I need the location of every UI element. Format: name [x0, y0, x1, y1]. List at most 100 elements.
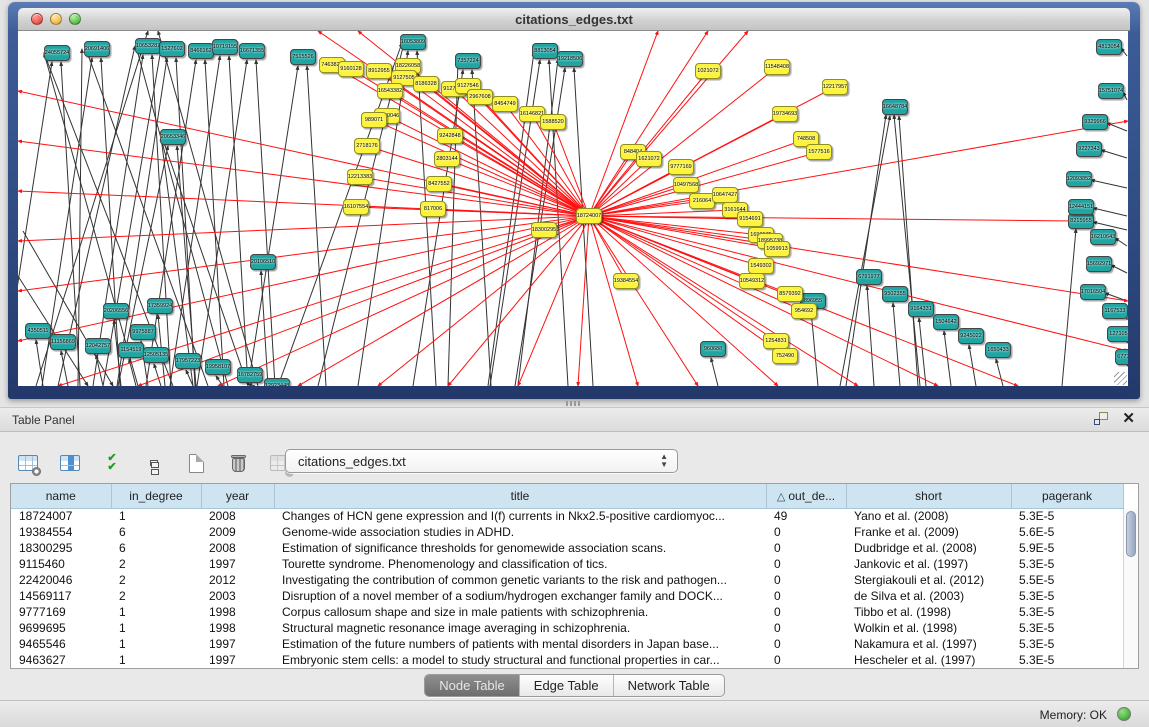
- graph-node[interactable]: 7357224: [455, 53, 481, 69]
- graph-node[interactable]: 12042757: [85, 338, 111, 354]
- table-row[interactable]: 946362711997Embryonic stem cells: a mode…: [11, 652, 1123, 668]
- table-cell[interactable]: Disruption of a novel member of a sodium…: [274, 588, 766, 604]
- graph-node[interactable]: 12217957: [822, 79, 848, 95]
- tab-edge-table[interactable]: Edge Table: [519, 675, 613, 696]
- graph-node[interactable]: 9227343: [1076, 141, 1102, 157]
- table-cell[interactable]: 9699695: [11, 620, 111, 636]
- graph-node[interactable]: 12213383: [347, 169, 373, 185]
- graph-node[interactable]: 9164331: [908, 301, 934, 317]
- table-cell[interactable]: 2008: [201, 508, 274, 524]
- table-cell[interactable]: Franke et al. (2009): [846, 524, 1011, 540]
- delete-table-button[interactable]: [224, 449, 252, 477]
- graph-node[interactable]: 1167533: [1102, 303, 1128, 319]
- table-cell[interactable]: 5.9E-5: [1011, 540, 1123, 556]
- tab-network-table[interactable]: Network Table: [613, 675, 724, 696]
- graph-node[interactable]: 989071: [361, 112, 387, 128]
- graph-node[interactable]: 817006: [420, 201, 446, 217]
- graph-node[interactable]: 9777169: [668, 159, 694, 175]
- table-cell[interactable]: 5.5E-5: [1011, 572, 1123, 588]
- table-cell[interactable]: Tourette syndrome. Phenomenology and cla…: [274, 556, 766, 572]
- table-cell[interactable]: 5.3E-5: [1011, 556, 1123, 572]
- graph-node[interactable]: 10549312: [739, 273, 765, 289]
- graph-hub-node[interactable]: 18724007: [576, 208, 602, 224]
- table-row[interactable]: 2242004622012Investigating the contribut…: [11, 572, 1123, 588]
- graph-node[interactable]: 8466162: [188, 43, 214, 59]
- graph-node[interactable]: 20206556: [103, 303, 129, 319]
- graph-node[interactable]: 8813054: [532, 43, 558, 59]
- table-cell[interactable]: Corpus callosum shape and size in male p…: [274, 604, 766, 620]
- table-cell[interactable]: 9115460: [11, 556, 111, 572]
- graph-node[interactable]: 20653346: [160, 129, 186, 145]
- float-panel-icon[interactable]: [1094, 412, 1108, 425]
- table-cell[interactable]: 5.3E-5: [1011, 636, 1123, 652]
- graph-node[interactable]: 16543382: [377, 83, 403, 99]
- split-pane-handle[interactable]: [566, 401, 580, 406]
- column-header-out_de[interactable]: △out_de...: [766, 484, 846, 508]
- table-cell[interactable]: 0: [766, 652, 846, 668]
- graph-node[interactable]: 18300295: [531, 222, 557, 238]
- table-cell[interactable]: 1997: [201, 652, 274, 668]
- table-row[interactable]: 1938455462009Genome-wide association stu…: [11, 524, 1123, 540]
- graph-node[interactable]: 9329966: [1082, 114, 1108, 130]
- table-cell[interactable]: 2: [111, 556, 201, 572]
- table-cell[interactable]: Hescheler et al. (1997): [846, 652, 1011, 668]
- table-cell[interactable]: 1: [111, 652, 201, 668]
- graph-node[interactable]: 10653287: [135, 38, 161, 54]
- graph-node[interactable]: 8215955: [1068, 213, 1094, 229]
- graph-node[interactable]: 16671355: [239, 43, 265, 59]
- graph-node[interactable]: 8454749: [492, 96, 518, 112]
- graph-node[interactable]: 19384554: [613, 273, 639, 289]
- graph-node[interactable]: 9502355: [882, 286, 908, 302]
- graph-node[interactable]: 15692971: [1086, 256, 1112, 272]
- graph-node[interactable]: 12505135: [143, 347, 169, 363]
- graph-node[interactable]: 16053809: [400, 34, 426, 50]
- table-cell[interactable]: 22420046: [11, 572, 111, 588]
- graph-node[interactable]: 7515526: [290, 49, 316, 65]
- table-cell[interactable]: 2012: [201, 572, 274, 588]
- table-cell[interactable]: 1997: [201, 556, 274, 572]
- table-cell[interactable]: 0: [766, 556, 846, 572]
- table-cell[interactable]: Genome-wide association studies in ADHD.: [274, 524, 766, 540]
- table-cell[interactable]: Stergiakouli et al. (2012): [846, 572, 1011, 588]
- graph-node[interactable]: 1621072: [636, 151, 662, 167]
- graph-node[interactable]: 2967608: [467, 89, 493, 105]
- graph-node[interactable]: 19218506: [557, 51, 583, 67]
- graph-node[interactable]: 12093852: [1066, 171, 1092, 187]
- graph-node[interactable]: 954692: [791, 303, 817, 319]
- table-row[interactable]: 1456911722003Disruption of a novel membe…: [11, 588, 1123, 604]
- graph-node[interactable]: 1254831: [763, 333, 789, 349]
- table-row[interactable]: 1830029562008Estimation of significance …: [11, 540, 1123, 556]
- graph-node[interactable]: 15751074: [1098, 83, 1124, 99]
- graph-node[interactable]: 12444151: [1068, 199, 1094, 215]
- column-header-year[interactable]: year: [201, 484, 274, 508]
- table-cell[interactable]: 0: [766, 636, 846, 652]
- table-cell[interactable]: 2: [111, 588, 201, 604]
- table-cell[interactable]: Structural magnetic resonance image aver…: [274, 620, 766, 636]
- table-cell[interactable]: 1998: [201, 620, 274, 636]
- table-cell[interactable]: 5.3E-5: [1011, 508, 1123, 524]
- table-cell[interactable]: 5.3E-5: [1011, 588, 1123, 604]
- graph-node[interactable]: 19958107: [205, 359, 231, 375]
- graph-node[interactable]: 17016504: [1080, 284, 1106, 300]
- graph-node[interactable]: 11156869: [50, 334, 76, 350]
- select-rows-button[interactable]: ✔✔: [98, 449, 126, 477]
- table-cell[interactable]: Dudbridge et al. (2008): [846, 540, 1011, 556]
- graph-node[interactable]: 10647427: [712, 187, 738, 203]
- graph-node[interactable]: 2718176: [354, 138, 380, 154]
- table-row[interactable]: 977716911998Corpus callosum shape and si…: [11, 604, 1123, 620]
- graph-node[interactable]: 1271055: [1107, 326, 1128, 342]
- table-cell[interactable]: de Silva et al. (2003): [846, 588, 1011, 604]
- table-cell[interactable]: Nakamura et al. (1997): [846, 636, 1011, 652]
- table-cell[interactable]: 1: [111, 620, 201, 636]
- table-row[interactable]: 1872400712008Changes of HCN gene express…: [11, 508, 1123, 524]
- table-cell[interactable]: Yano et al. (2008): [846, 508, 1011, 524]
- table-cell[interactable]: 49: [766, 508, 846, 524]
- graph-node[interactable]: 16210643: [1090, 229, 1116, 245]
- table-cell[interactable]: 1997: [201, 636, 274, 652]
- table-cell[interactable]: 19384554: [11, 524, 111, 540]
- table-cell[interactable]: 0: [766, 540, 846, 556]
- graph-node[interactable]: 1021072: [695, 63, 721, 79]
- graph-node[interactable]: 8912955: [366, 63, 392, 79]
- graph-node[interactable]: 10719155: [212, 39, 238, 55]
- new-table-button[interactable]: [182, 449, 210, 477]
